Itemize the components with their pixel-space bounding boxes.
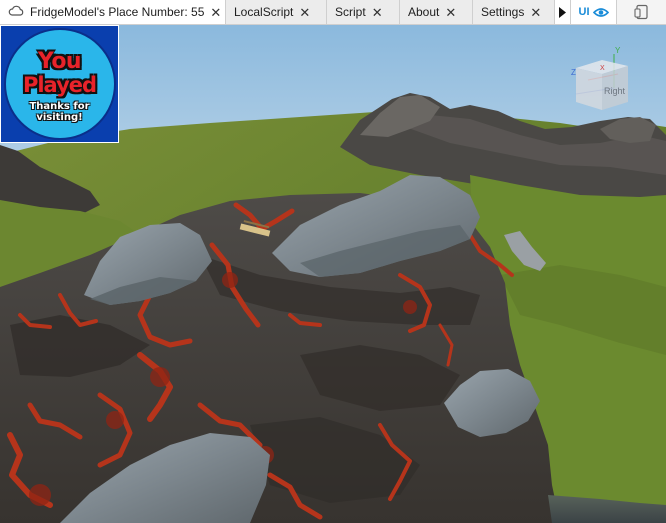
tab-label: Script — [335, 5, 366, 19]
tab-place[interactable]: FridgeModel's Place Number: 55 ✕ — [0, 0, 226, 24]
axis-label-z: Z — [571, 68, 576, 77]
tab-label: Settings — [481, 5, 525, 19]
tab-about[interactable]: About ✕ — [400, 0, 473, 24]
cloud-icon — [8, 5, 24, 20]
badge-circle: You Played Thanks for visiting! — [3, 28, 116, 140]
tab-label: About — [408, 5, 440, 19]
tab-label: LocalScript — [234, 5, 294, 19]
view-cube-left — [576, 68, 602, 110]
device-emulator-button[interactable] — [617, 0, 666, 24]
close-icon[interactable]: ✕ — [445, 6, 456, 19]
close-icon[interactable]: ✕ — [210, 6, 221, 19]
axis-label-y: Y — [615, 46, 621, 55]
close-icon[interactable]: ✕ — [372, 6, 383, 19]
view-cube-face-label: Right — [604, 86, 626, 96]
ui-label: UI — [578, 6, 590, 18]
tab-script[interactable]: Script ✕ — [327, 0, 400, 24]
you-played-badge: You Played Thanks for visiting! — [0, 25, 119, 143]
badge-title-line1: You — [37, 49, 82, 74]
badge-title-line2: Played — [22, 73, 97, 97]
axis-label-x: X — [600, 65, 605, 72]
play-arrow-icon — [559, 6, 566, 18]
view-cube[interactable]: Right Y Z X — [562, 44, 646, 128]
badge-subtitle: Thanks for visiting! — [29, 101, 90, 123]
ui-visibility-toggle[interactable]: UI — [571, 0, 617, 24]
eye-icon — [592, 7, 609, 17]
badge-background: You Played Thanks for visiting! — [1, 26, 118, 142]
device-emulator-icon — [633, 4, 648, 20]
tab-bar: FridgeModel's Place Number: 55 ✕ LocalSc… — [0, 0, 666, 25]
tab-scroll-right-button[interactable] — [555, 0, 571, 24]
tab-localscript[interactable]: LocalScript ✕ — [226, 0, 327, 24]
tab-settings[interactable]: Settings ✕ — [473, 0, 555, 24]
close-icon[interactable]: ✕ — [299, 6, 310, 19]
close-icon[interactable]: ✕ — [530, 6, 541, 19]
tab-label: FridgeModel's Place Number: 55 — [30, 5, 205, 19]
